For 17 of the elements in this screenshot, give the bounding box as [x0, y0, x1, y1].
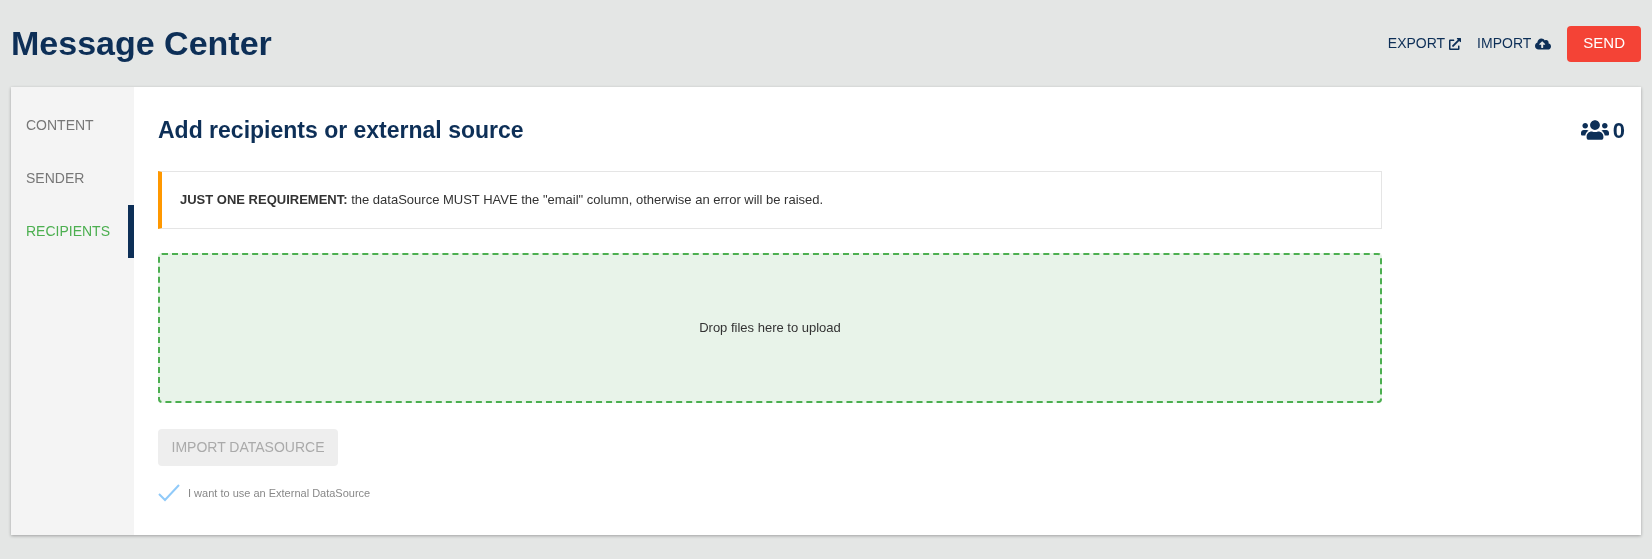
checkbox[interactable] — [158, 484, 180, 502]
sidebar-tab[interactable]: CONTENT — [11, 99, 134, 152]
section-heading: Add recipients or external source — [158, 115, 524, 145]
notice-text: JUST ONE REQUIREMENT: the dataSource MUST HAVE the "email" column, otherwise an error will be raised. — [180, 191, 824, 210]
send-button[interactable]: SEND — [1567, 25, 1641, 62]
header-link[interactable]: EXPORT — [1387, 33, 1462, 54]
users-icon — [1580, 118, 1609, 142]
external-link-icon — [1449, 37, 1462, 50]
sidebar-tab[interactable]: RECIPIENTS — [11, 205, 134, 258]
page-title: Message Center — [11, 23, 272, 64]
cloud-upload-icon — [1535, 35, 1552, 52]
dropzone-text: Drop files here to upload — [699, 319, 841, 338]
recipient-count: 0 — [1612, 116, 1625, 145]
checkbox-label: I want to use an External DataSource — [188, 485, 371, 501]
file-dropzone[interactable]: Drop files here to upload — [158, 253, 1382, 403]
sidebar-tab[interactable]: SENDER — [11, 152, 134, 205]
header-link[interactable]: IMPORT — [1477, 33, 1552, 54]
